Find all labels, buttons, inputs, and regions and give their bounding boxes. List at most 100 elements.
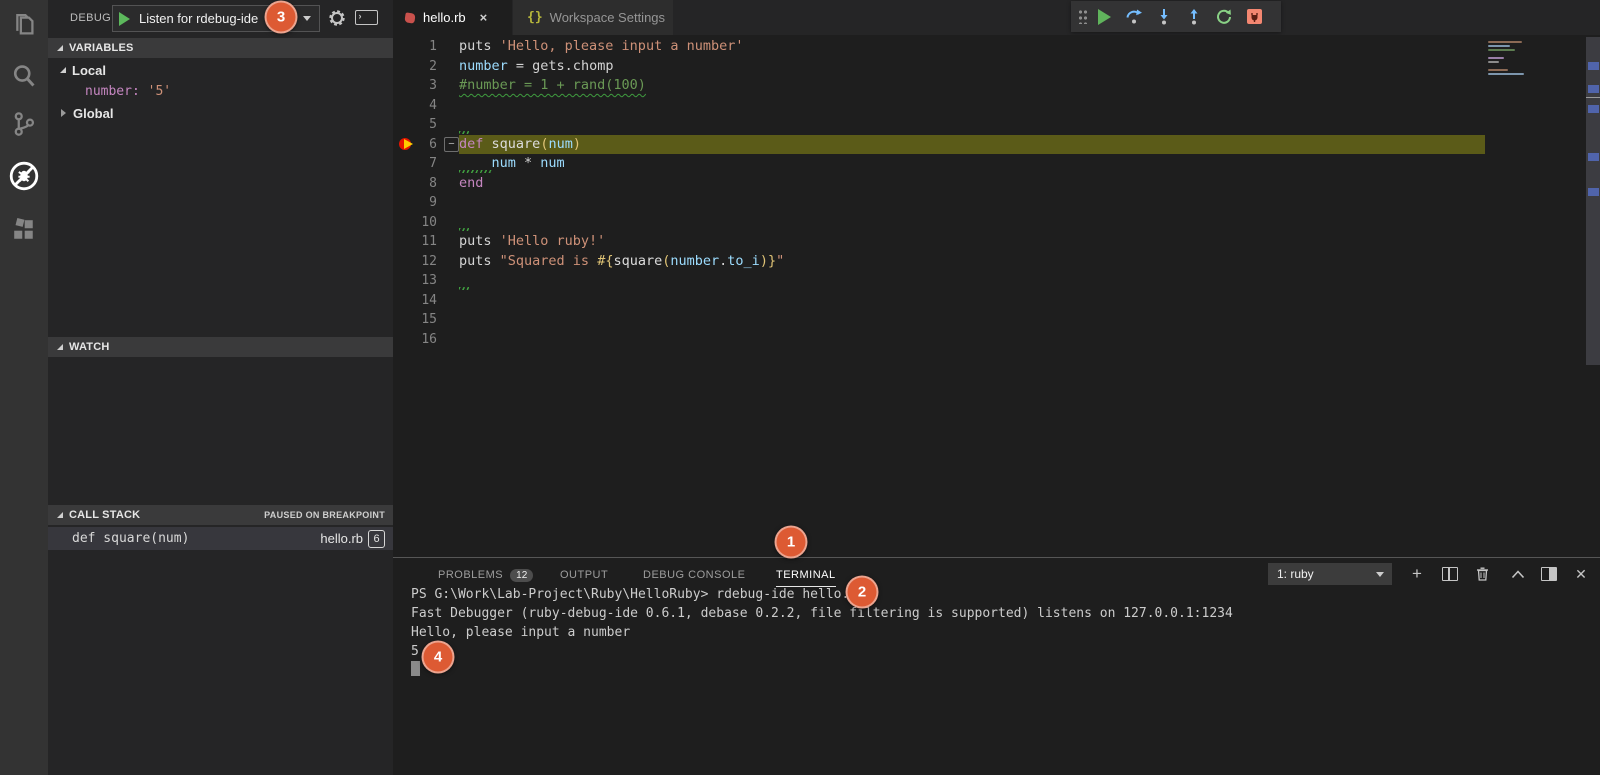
code-line-4[interactable]: 4 xyxy=(393,96,1485,116)
scope-local[interactable]: Local xyxy=(48,60,405,80)
code-line-6[interactable]: 6 def square(num) xyxy=(393,134,1485,154)
restart-button[interactable] xyxy=(1209,1,1239,32)
frame-signature: def square(num) xyxy=(72,531,190,546)
debug-sidebar-header: DEBUG Listen for rdebug-ide › xyxy=(48,0,393,37)
line-number[interactable]: 2 xyxy=(393,57,437,77)
code-editor[interactable]: 1 puts 'Hello, please input a number' 2 num… xyxy=(393,35,1485,557)
chevron-expanded-icon xyxy=(57,512,63,518)
tab-debug-console[interactable]: DEBUG CONSOLE xyxy=(643,564,745,586)
breakpoint-current-line-icon[interactable] xyxy=(399,138,415,151)
warning-squiggle xyxy=(459,130,469,134)
line-number[interactable]: 16 xyxy=(393,330,437,350)
line-number[interactable]: 13 xyxy=(393,271,437,291)
search-icon[interactable] xyxy=(0,56,48,96)
warning-squiggle xyxy=(459,228,469,231)
start-debug-icon[interactable] xyxy=(119,11,130,26)
split-terminal-icon[interactable] xyxy=(1438,563,1462,585)
debug-toolbar xyxy=(1071,1,1281,32)
disconnect-button[interactable] xyxy=(1239,1,1269,32)
line-number[interactable]: 12 xyxy=(393,252,437,272)
line-number[interactable]: 5 xyxy=(393,115,437,135)
editor-scrollbar[interactable] xyxy=(1586,35,1600,557)
drag-grip-icon[interactable] xyxy=(1075,1,1089,32)
debug-icon[interactable] xyxy=(0,156,48,196)
line-number[interactable]: 1 xyxy=(393,37,437,57)
step-over-button[interactable] xyxy=(1119,1,1149,32)
step-out-button[interactable] xyxy=(1179,1,1209,32)
explorer-icon[interactable] xyxy=(0,6,48,46)
debug-console-label: DEBUG CONSOLE xyxy=(643,569,746,581)
code-token: def xyxy=(459,135,484,152)
toggle-panel-icon[interactable] xyxy=(1537,563,1561,585)
tab-output[interactable]: OUTPUT xyxy=(560,564,608,586)
extensions-icon[interactable] xyxy=(0,210,48,250)
code-line-9[interactable]: 9 xyxy=(393,193,1485,213)
new-terminal-icon[interactable]: + xyxy=(1405,563,1429,585)
line-number[interactable]: 10 xyxy=(393,213,437,233)
tab-hello-label: hello.rb xyxy=(423,10,466,25)
warning-squiggle xyxy=(459,169,492,173)
terminal-line: PS G:\Work\Lab-Project\Ruby\HelloRuby> r… xyxy=(411,587,865,602)
maximize-panel-icon[interactable] xyxy=(1506,563,1530,585)
tab-hello-rb[interactable]: hello.rb × xyxy=(393,0,512,35)
terminal-select[interactable]: 1: ruby xyxy=(1268,563,1392,585)
line-number[interactable]: 7 xyxy=(393,154,437,174)
line-number[interactable]: 8 xyxy=(393,174,437,194)
code-line-13[interactable]: 13 xyxy=(393,271,1485,291)
code-line-5[interactable]: 5 xyxy=(393,115,1485,135)
line-number[interactable]: 15 xyxy=(393,310,437,330)
tab-terminal[interactable]: TERMINAL xyxy=(776,564,836,587)
kill-terminal-icon[interactable] xyxy=(1470,563,1494,585)
close-icon[interactable]: × xyxy=(480,10,488,25)
code-token: square xyxy=(491,135,541,152)
code-line-14[interactable]: 14 xyxy=(393,291,1485,311)
watch-section-header[interactable]: WATCH xyxy=(48,337,393,357)
code-token: puts xyxy=(459,252,500,269)
step-into-button[interactable] xyxy=(1149,1,1179,32)
line-number[interactable]: 11 xyxy=(393,232,437,252)
fold-collapse-icon[interactable]: − xyxy=(444,137,459,152)
code-token: puts xyxy=(459,38,500,54)
code-line-8[interactable]: 8 end xyxy=(393,174,1485,194)
line-number[interactable]: 3 xyxy=(393,76,437,96)
tab-ws-label: Workspace Settings xyxy=(549,10,666,25)
variable-row-number[interactable]: number: '5' xyxy=(48,81,393,101)
code-token: #{ xyxy=(597,252,614,269)
tab-problems[interactable]: PROBLEMS 12 xyxy=(438,564,534,586)
tab-workspace-settings[interactable]: {} Workspace Settings xyxy=(512,0,673,35)
code-line-2[interactable]: 2 number = gets.chomp xyxy=(393,57,1485,77)
code-token: num xyxy=(491,155,516,171)
code-line-10[interactable]: 10 xyxy=(393,213,1485,233)
continue-button[interactable] xyxy=(1089,1,1119,32)
code-line-11[interactable]: 11 puts 'Hello ruby!' xyxy=(393,232,1485,252)
line-number[interactable]: 4 xyxy=(393,96,437,116)
code-line-12[interactable]: 12 puts "Squared is #{square(number.to_i)… xyxy=(393,252,1485,272)
terminal-output[interactable]: PS G:\Work\Lab-Project\Ruby\HelloRuby> r… xyxy=(411,585,1233,661)
line-number[interactable]: 9 xyxy=(393,193,437,213)
chevron-down-icon[interactable] xyxy=(303,16,311,21)
call-stack-frame[interactable]: def square(num) hello.rb 6 xyxy=(48,527,393,550)
open-debug-console-icon[interactable]: › xyxy=(354,8,378,26)
variable-name: number: xyxy=(85,83,140,99)
code-line-1[interactable]: 1 puts 'Hello, please input a number' xyxy=(393,37,1485,57)
code-line-7[interactable]: 7 num * num xyxy=(393,154,1485,174)
debug-title: DEBUG xyxy=(70,12,112,24)
variables-section-header[interactable]: VARIABLES xyxy=(48,38,393,58)
call-stack-section-header[interactable]: CALL STACK PAUSED ON BREAKPOINT xyxy=(48,505,393,525)
ruby-file-icon xyxy=(404,11,416,24)
gear-icon[interactable] xyxy=(326,7,348,29)
scope-global[interactable]: Global xyxy=(48,103,405,123)
paused-status-badge: PAUSED ON BREAKPOINT xyxy=(264,510,385,520)
code-token: * xyxy=(515,155,541,171)
code-line-16[interactable]: 16 xyxy=(393,330,1485,350)
source-control-icon[interactable] xyxy=(0,104,48,144)
close-panel-icon[interactable]: ✕ xyxy=(1569,563,1593,585)
terminal-label: TERMINAL xyxy=(776,569,836,581)
line-number[interactable]: 14 xyxy=(393,291,437,311)
terminal-line: Hello, please input a number xyxy=(411,625,631,640)
code-line-15[interactable]: 15 xyxy=(393,310,1485,330)
code-token: #number = 1 + rand(100) xyxy=(459,77,646,93)
code-line-3[interactable]: 3 #number = 1 + rand(100) xyxy=(393,76,1485,96)
minimap[interactable] xyxy=(1485,35,1558,557)
